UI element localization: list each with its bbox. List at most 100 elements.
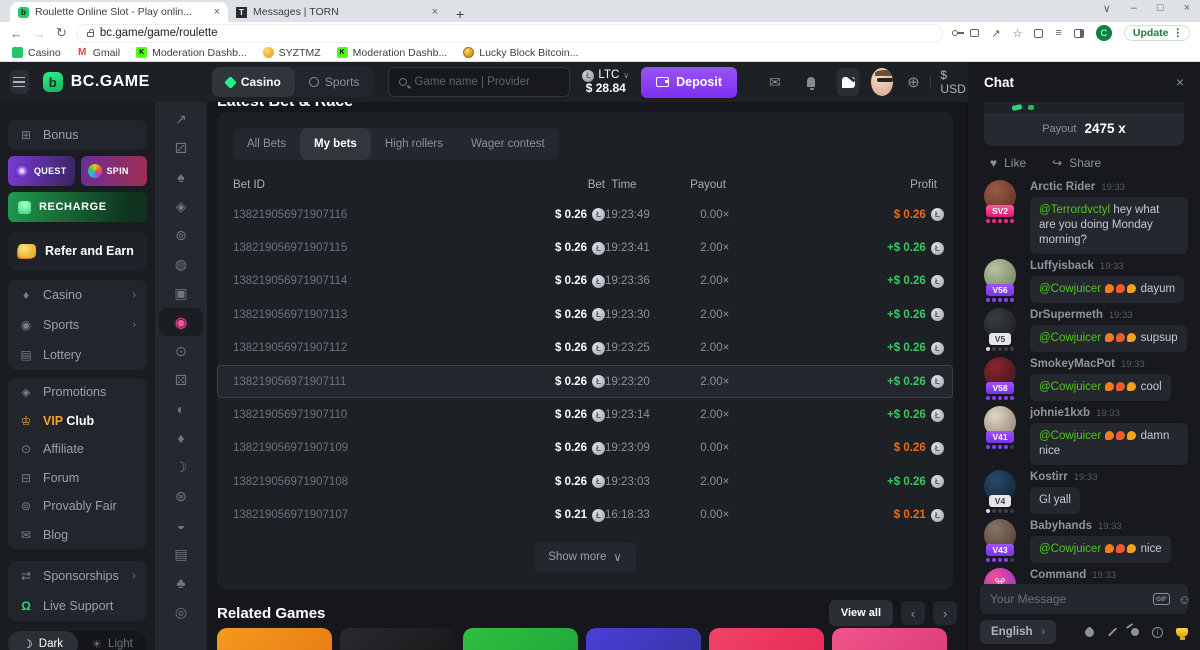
like-button[interactable]: ♥Like (990, 156, 1026, 170)
rail-icon-bomb[interactable]: ◍ (159, 250, 203, 278)
search-input[interactable] (415, 76, 560, 88)
mail-icon[interactable]: ✉ (769, 74, 781, 91)
maximize-button[interactable]: □ (1157, 2, 1164, 15)
share-icon[interactable]: ↗ (991, 27, 1000, 40)
rules-pen-icon[interactable] (1108, 627, 1117, 636)
chat-username[interactable]: Kostirr (1030, 471, 1068, 483)
chat-toggle-button[interactable] (837, 68, 859, 96)
sidebar-item-sponsorships[interactable]: ⇄ Sponsorships › (8, 561, 147, 591)
new-tab-button[interactable]: + (456, 6, 464, 22)
address-bar[interactable]: bc.game/game/roulette (77, 25, 942, 42)
sidebar-item-promotions[interactable]: ◈ Promotions (8, 378, 147, 407)
gif-icon[interactable]: GIF (1153, 593, 1170, 605)
close-button[interactable]: × (1184, 2, 1190, 15)
install-icon[interactable] (970, 29, 979, 37)
game-tile-orange[interactable] (217, 628, 332, 650)
mention[interactable]: @Cowjuicer (1039, 283, 1101, 295)
bookmark-item[interactable]: SYZTMZ (263, 47, 321, 59)
sidebar-item-vip-club[interactable]: ♔ VIP Club (8, 407, 147, 436)
chat-username[interactable]: SmokeyMacPot (1030, 358, 1115, 370)
carousel-next-icon[interactable]: › (933, 601, 957, 625)
bookmark-item[interactable]: K Moderation Dashb... (136, 47, 247, 59)
chat-language-button[interactable]: English › (980, 620, 1056, 644)
language-globe-icon[interactable]: ⊕ (907, 73, 920, 91)
hamburger-menu-icon[interactable] (10, 70, 29, 94)
currency-selector[interactable]: Ł LTC ∨ $ 28.84 (582, 69, 629, 95)
reload-icon[interactable]: ↻ (56, 25, 67, 41)
rail-icon-crash[interactable]: ↗ (159, 105, 203, 133)
side-panel-icon[interactable] (1074, 29, 1084, 38)
notifications-bell-icon[interactable] (807, 77, 816, 87)
tab-close-icon[interactable]: × (432, 6, 438, 18)
bet-table-row[interactable]: 138219056971907114 $ 0.26Ł 19:23:36 2.00… (217, 265, 953, 298)
minimize-button[interactable]: – (1131, 2, 1137, 15)
mention[interactable]: @Cowjuicer (1039, 332, 1101, 344)
bookmark-item[interactable]: M Gmail (77, 47, 120, 59)
rail-icon-slots[interactable]: ▤ (159, 540, 203, 568)
chat-username[interactable]: Luffyisback (1030, 260, 1094, 272)
mention[interactable]: @Cowjuicer (1039, 430, 1101, 442)
chat-username[interactable]: Command (1030, 569, 1086, 581)
theme-light-button[interactable]: ☀ Light (78, 631, 148, 650)
refer-and-earn-button[interactable]: Refer and Earn (8, 232, 147, 270)
info-icon[interactable]: i (1152, 627, 1163, 638)
show-more-button[interactable]: Show more ∨ (534, 542, 636, 572)
view-all-button[interactable]: View all (829, 600, 893, 626)
rail-icon-mine[interactable]: ♦ (159, 424, 203, 452)
back-icon[interactable]: ← (10, 26, 23, 41)
rain-icon[interactable] (1083, 626, 1096, 639)
sidebar-item-lottery[interactable]: ▤ Lottery (8, 340, 147, 370)
rail-icon-dice[interactable]: ⚂ (159, 134, 203, 162)
trophy-icon[interactable] (1176, 628, 1188, 637)
mention[interactable]: @Cowjuicer (1039, 381, 1101, 393)
bookmark-item[interactable]: K Moderation Dashb... (337, 47, 448, 59)
bet-table-row[interactable]: 138219056971907111 $ 0.26Ł 19:23:20 2.00… (217, 365, 953, 398)
browser-tab-torn[interactable]: T Messages | TORN × (228, 2, 446, 22)
bet-table-row[interactable]: 138219056971907110 $ 0.26Ł 19:23:14 2.00… (217, 398, 953, 431)
chat-username[interactable]: johnie1kxb (1030, 407, 1090, 419)
rail-icon-wheel[interactable]: ◐ (159, 395, 203, 423)
chat-username[interactable]: Arctic Rider (1030, 181, 1095, 193)
quest-button[interactable]: QUEST (8, 156, 75, 186)
bet-table-row[interactable]: 138219056971907108 $ 0.26Ł 19:23:03 2.00… (217, 465, 953, 498)
emoji-icon[interactable]: ☺ (1178, 592, 1191, 607)
bookmark-item[interactable]: Casino (12, 47, 61, 59)
sidebar-item-blog[interactable]: ✉ Blog (8, 521, 147, 550)
fiat-currency-label[interactable]: $ USD (940, 68, 968, 96)
coco-comet-icon[interactable] (1131, 628, 1139, 636)
game-tile-red[interactable] (709, 628, 824, 650)
tab-sports[interactable]: Sports (295, 67, 374, 97)
bonus-card[interactable]: ⊞ Bonus (8, 120, 147, 150)
recharge-button[interactable]: RECHARGE (8, 192, 147, 222)
game-tile-joker[interactable] (340, 628, 455, 650)
bet-table-row[interactable]: 138219056971907113 $ 0.26Ł 19:23:30 2.00… (217, 298, 953, 331)
bcgame-logo[interactable]: b BC.GAME (43, 72, 150, 92)
message-input[interactable] (990, 592, 1145, 606)
sidebar-item-casino[interactable]: ♦ Casino › (8, 280, 147, 310)
chat-close-icon[interactable]: × (1176, 74, 1184, 90)
deposit-button[interactable]: Deposit (641, 67, 737, 98)
bookmark-item[interactable]: Lucky Block Bitcoin... (463, 47, 578, 59)
rail-icon-roulette[interactable]: ◉ (159, 308, 203, 336)
rail-icon-moon[interactable]: ☽ (159, 453, 203, 481)
user-avatar[interactable] (871, 68, 893, 96)
sidebar-item-live-support[interactable]: Ω Live Support (8, 591, 147, 621)
chat-scroll-area[interactable]: Payout 2475 x ♥Like ↪Share SV2 Arctic Ri… (968, 102, 1200, 584)
rail-icon-cards[interactable]: ♠ (159, 163, 203, 191)
password-key-icon[interactable] (952, 30, 958, 36)
sidebar-item-affiliate[interactable]: ⊙ Affiliate (8, 435, 147, 464)
extensions-icon[interactable] (1034, 29, 1043, 38)
chat-input[interactable]: GIF ☺ (980, 584, 1188, 614)
bets-tab-wager-contest[interactable]: Wager contest (457, 128, 559, 160)
sidebar-item-provably-fair[interactable]: ⊜ Provably Fair (8, 492, 147, 521)
rail-icon-plinko[interactable]: ⊛ (159, 482, 203, 510)
rail-icon-keno[interactable]: ⚄ (159, 366, 203, 394)
game-tile-pink[interactable] (832, 628, 947, 650)
bet-table-row[interactable]: 138219056971907109 $ 0.26Ł 19:23:09 0.00… (217, 432, 953, 465)
tab-casino[interactable]: Casino (212, 67, 295, 97)
rail-icon-gems[interactable]: ◈ (159, 192, 203, 220)
profile-avatar[interactable]: C (1096, 25, 1112, 41)
bet-table-row[interactable]: 138219056971907112 $ 0.26Ł 19:23:25 2.00… (217, 332, 953, 365)
rail-icon-ball[interactable]: ◒ (159, 511, 203, 539)
rail-icon-coinflip[interactable]: ⊚ (159, 221, 203, 249)
